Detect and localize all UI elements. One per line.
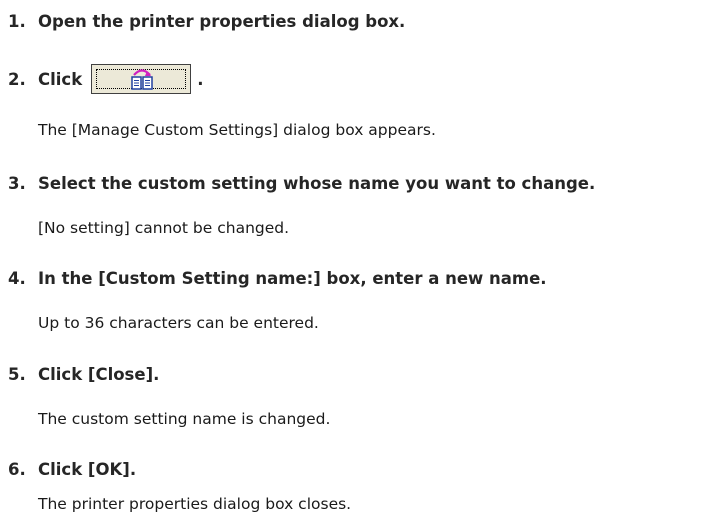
step-3: 3. Select the custom setting whose name … <box>8 170 595 196</box>
step-1: 1. Open the printer properties dialog bo… <box>8 8 405 34</box>
step-4-note: Up to 36 characters can be entered. <box>38 314 319 332</box>
step-2: 2. Click . <box>8 62 203 96</box>
step-4-number: 4. <box>8 268 26 288</box>
step-2-number: 2. <box>8 69 26 89</box>
step-5-text: Click [Close]. <box>38 364 160 384</box>
step-2-note: The [Manage Custom Settings] dialog box … <box>38 121 436 139</box>
step-2-period: . <box>197 69 204 89</box>
step-5-number: 5. <box>8 364 26 384</box>
manage-custom-settings-icon <box>131 69 153 90</box>
step-3-text: Select the custom setting whose name you… <box>38 173 596 193</box>
step-1-number: 1. <box>8 11 26 31</box>
step-6-text: Click [OK]. <box>38 459 137 479</box>
step-3-note: [No setting] cannot be changed. <box>38 219 290 237</box>
step-6: 6. Click [OK]. <box>8 456 136 482</box>
step-1-text: Open the printer properties dialog box. <box>38 11 406 31</box>
step-2-text: Click <box>38 69 83 89</box>
step-5: 5. Click [Close]. <box>8 361 159 387</box>
step-4: 4. In the [Custom Setting name:] box, en… <box>8 265 547 291</box>
step-4-text: In the [Custom Setting name:] box, enter… <box>38 268 547 288</box>
step-3-number: 3. <box>8 173 26 193</box>
step-6-number: 6. <box>8 459 26 479</box>
manage-custom-settings-button[interactable] <box>91 64 192 94</box>
step-6-note: The printer properties dialog box closes… <box>38 495 352 513</box>
step-5-note: The custom setting name is changed. <box>38 410 331 428</box>
